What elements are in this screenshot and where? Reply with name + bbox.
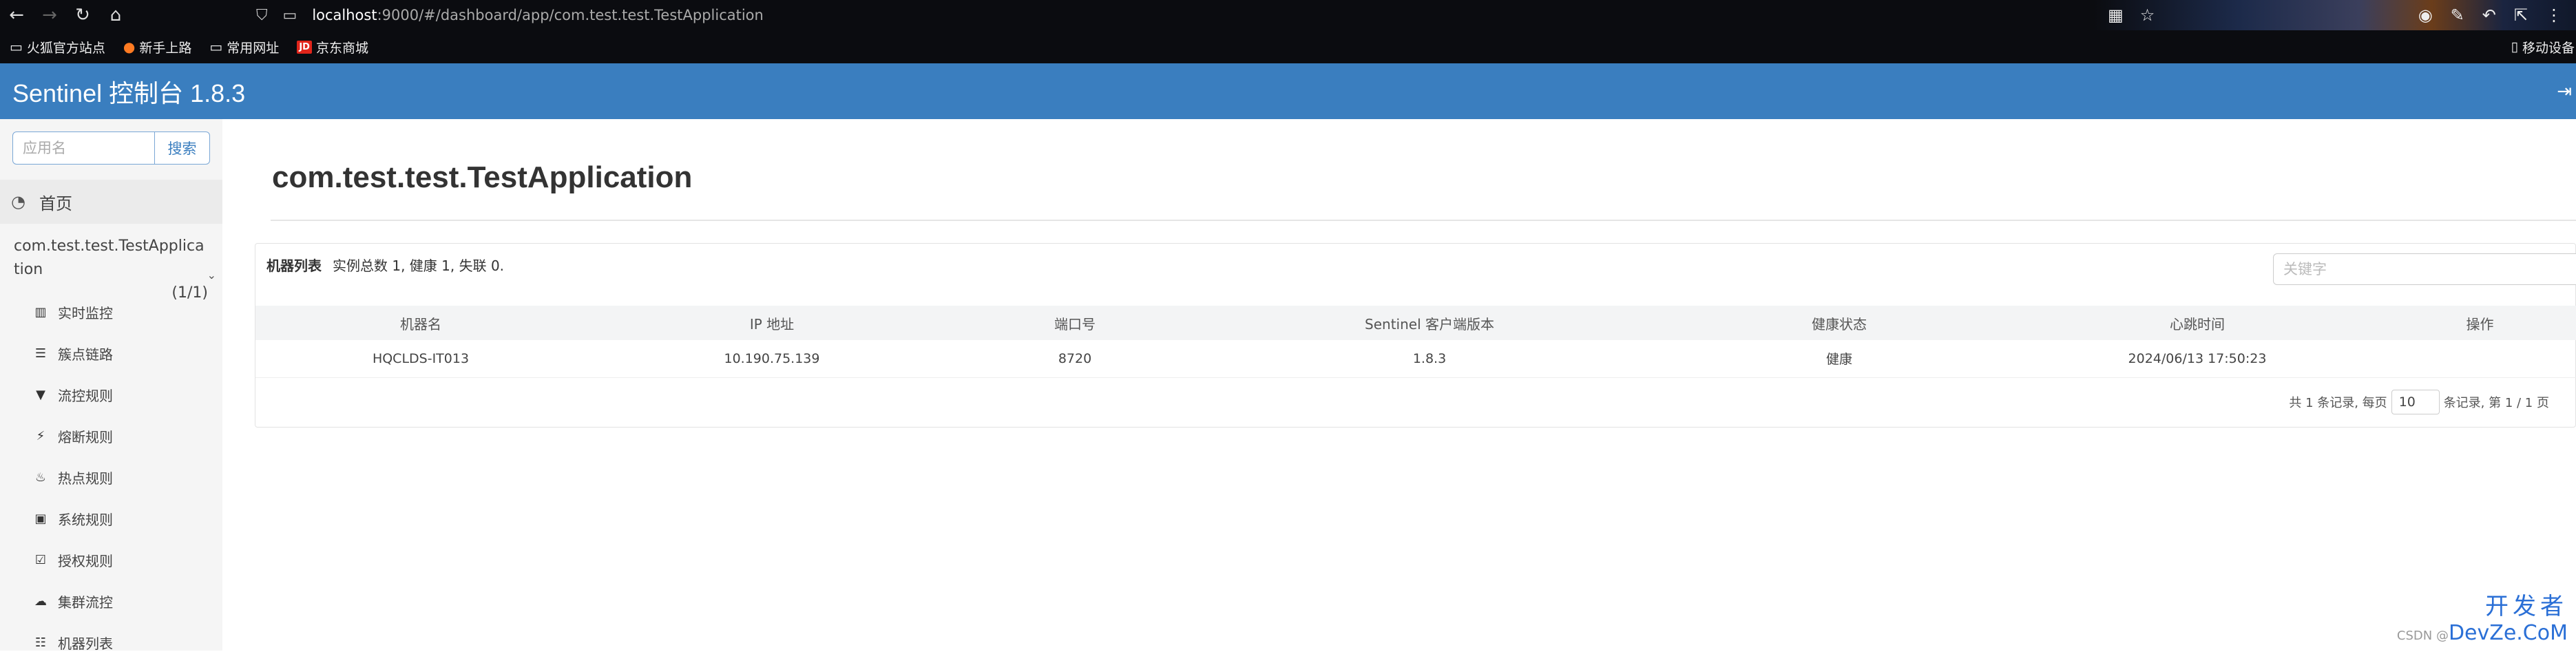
chevron-down-icon[interactable]: ⌄ [207,264,216,287]
share-icon[interactable]: ⇱ [2514,6,2528,25]
table-row: HQCLDS-IT013 10.190.75.139 8720 1.8.3 健康… [255,340,2576,377]
app-search: 搜索 [12,131,210,165]
folder-icon: ▭ [10,39,23,55]
sidebar-item-authority-rules[interactable]: ☑授权规则 [0,539,222,580]
cell-ip-address: 10.190.75.139 [586,340,958,377]
home-icon[interactable]: ⌂ [99,0,132,30]
col-port[interactable]: 端口号 [958,306,1192,340]
bookmark-firefox[interactable]: ▭火狐官方站点 [10,38,105,56]
watermark: 开发者 CSDN @DevZe.CoM [2397,587,2568,645]
browser-toolbar: ← → ↻ ⌂ ⛉ ▭ localhost:9000/#/dashboard/a… [0,0,2576,30]
sidebar-item-degrade-rules[interactable]: ⚡熔断规则 [0,415,222,456]
app-search-button[interactable]: 搜索 [155,131,210,165]
undo-icon[interactable]: ↶ [2482,6,2496,25]
pager-prefix: 共 1 条记录, 每页 [2289,393,2387,411]
watermark-title: 开发者 [2397,587,2568,621]
sidebar-item-cluster-flow[interactable]: ☁集群流控 [0,580,222,622]
pager-suffix: 条记录, 第 1 / 1 页 [2444,393,2549,411]
col-health[interactable]: 健康状态 [1667,306,2011,340]
page-title: com.test.test.TestApplication [272,160,692,195]
sidebar-item-realtime-monitor[interactable]: ▥实时监控 [0,291,222,333]
col-machine-name[interactable]: 机器名 [255,306,586,340]
watermark-source: CSDN @ [2397,629,2449,643]
forward-icon[interactable]: → [33,0,66,30]
cell-health: 健康 [1667,340,2011,377]
chart-icon: ▥ [33,305,48,319]
panel-title: 机器列表 [266,257,322,274]
cell-machine-name: HQCLDS-IT013 [255,340,586,377]
keyword-search-input[interactable] [2273,253,2576,285]
cell-actions [2383,340,2576,377]
sidebar-item-system-rules[interactable]: ▣系统规则 [0,498,222,539]
bookmark-mobile[interactable]: ▯移动设备 [2511,30,2576,63]
folder-icon: ▭ [209,39,222,55]
shield-icon: ⛉ [256,7,268,24]
logout-icon[interactable]: ⇥ [2557,81,2572,102]
firefox-icon: ● [123,39,135,55]
check-icon: ☑ [33,553,48,567]
list-icon: ☰ [33,346,48,361]
sidebar-item-home[interactable]: ◔ 首页 [0,180,222,224]
col-actions: 操作 [2383,306,2576,340]
menu-icon[interactable]: ⋮ [2546,6,2562,25]
sidebar-item-cluster-link[interactable]: ☰簇点链路 [0,333,222,374]
cell-heartbeat: 2024/06/13 17:50:23 [2011,340,2383,377]
bookmark-jd[interactable]: JD京东商城 [297,38,368,56]
lock-icon: ▣ [33,512,48,526]
url-text[interactable]: localhost:9000/#/dashboard/app/com.test.… [312,7,764,23]
machine-table: 机器名 IP 地址 端口号 Sentinel 客户端版本 健康状态 心跳时间 操… [255,306,2576,378]
cell-client-version: 1.8.3 [1192,340,1667,377]
fire-icon: ♨ [33,470,48,485]
app-search-input[interactable] [12,131,155,165]
bookmark-common-sites[interactable]: ▭常用网址 [209,38,279,56]
watermark-brand: DevZe.CoM [2449,621,2568,645]
address-bar[interactable]: ⛉ ▭ localhost:9000/#/dashboard/app/com.t… [256,0,764,30]
main-content: com.test.test.TestApplication 机器列表实例总数 1… [222,119,2576,651]
account-icon[interactable]: ◉ [2418,6,2433,25]
col-client-version[interactable]: Sentinel 客户端版本 [1192,306,1667,340]
cell-port: 8720 [958,340,1192,377]
qr-code-icon[interactable]: ▦ [2108,6,2124,25]
table-header-row: 机器名 IP 地址 端口号 Sentinel 客户端版本 健康状态 心跳时间 操… [255,306,2576,340]
bookmark-getting-started[interactable]: ●新手上路 [123,38,191,56]
page-icon: ▭ [283,7,297,24]
page-size-input[interactable] [2391,390,2440,414]
extension-icon[interactable]: ✎ [2451,6,2464,25]
mobile-icon: ▯ [2511,39,2518,54]
star-icon[interactable]: ☆ [2140,6,2155,25]
sidebar-item-machine-list[interactable]: ☷机器列表 [0,622,222,663]
app-header: Sentinel 控制台 1.8.3 ⇥ [0,63,2576,119]
cloud-icon: ☁ [33,594,48,609]
divider [271,220,2576,221]
machine-list-panel: 机器列表实例总数 1, 健康 1, 失联 0. 机器名 IP 地址 端口号 Se… [255,243,2576,428]
app-title[interactable]: Sentinel 控制台 1.8.3 [12,74,245,109]
dashboard-icon: ◔ [11,192,25,211]
bookmarks-bar: ▭火狐官方站点 ●新手上路 ▭常用网址 JD京东商城 [0,30,2576,63]
back-icon[interactable]: ← [0,0,33,30]
panel-header: 机器列表实例总数 1, 健康 1, 失联 0. [266,255,504,275]
pagination: 共 1 条记录, 每页 条记录, 第 1 / 1 页 [2289,390,2549,414]
col-heartbeat[interactable]: 心跳时间 [2011,306,2383,340]
sidebar-item-hotspot-rules[interactable]: ♨热点规则 [0,456,222,498]
bolt-icon: ⚡ [33,429,48,443]
sidebar-item-flow-rules[interactable]: ▼流控规则 [0,374,222,415]
panel-summary: 实例总数 1, 健康 1, 失联 0. [333,257,504,274]
sidebar-menu: ▥实时监控 ☰簇点链路 ▼流控规则 ⚡熔断规则 ♨热点规则 ▣系统规则 ☑授权规… [0,291,222,663]
list-icon: ☷ [33,635,48,650]
col-ip-address[interactable]: IP 地址 [586,306,958,340]
app-node-name: com.test.test.TestApplication [14,235,208,282]
sidebar: 搜索 ◔ 首页 com.test.test.TestApplication (1… [0,119,222,651]
reload-icon[interactable]: ↻ [66,0,99,30]
jd-icon: JD [297,41,312,54]
filter-icon: ▼ [33,388,48,402]
browser-toolbar-right: ▦ ☆ ◉ ✎ ↶ ⇱ ⋮ [2094,0,2576,30]
